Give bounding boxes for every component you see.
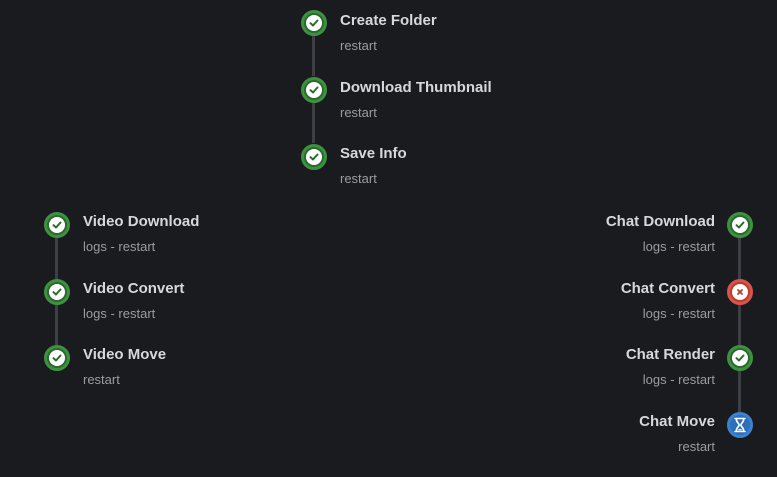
check-circle-icon	[301, 10, 327, 36]
check-circle-icon	[727, 212, 753, 238]
action-separator: -	[106, 306, 119, 321]
workflow-canvas: Create Folder restart Download Thumbnail…	[0, 0, 777, 477]
restart-link[interactable]: restart	[340, 105, 377, 120]
connector-line	[312, 103, 315, 143]
restart-link[interactable]: restart	[678, 439, 715, 454]
connector-line	[55, 238, 58, 279]
step-title: Create Folder	[340, 12, 437, 29]
action-separator: -	[666, 372, 679, 387]
step-actions: restart	[340, 38, 377, 54]
connector-line	[312, 36, 315, 76]
step-actions: restart	[678, 439, 715, 455]
step-title: Video Move	[83, 346, 167, 363]
hourglass-icon	[727, 412, 753, 438]
connector-line	[55, 304, 58, 345]
check-circle-icon	[44, 279, 70, 305]
restart-link[interactable]: restart	[83, 372, 120, 387]
step-title: Chat Convert	[620, 280, 715, 297]
step-title: Video Convert	[83, 280, 185, 297]
step-actions: logs - restart	[643, 306, 715, 322]
restart-link[interactable]: restart	[340, 38, 377, 53]
step-title: Chat Move	[639, 413, 715, 430]
logs-link[interactable]: logs	[643, 239, 667, 254]
restart-link[interactable]: restart	[118, 306, 155, 321]
step-actions: logs - restart	[643, 239, 715, 255]
step-title: Chat Download	[605, 213, 715, 230]
check-circle-icon	[727, 345, 753, 371]
logs-link[interactable]: logs	[643, 306, 667, 321]
action-separator: -	[106, 239, 119, 254]
action-separator: -	[666, 239, 679, 254]
restart-link[interactable]: restart	[678, 239, 715, 254]
step-title: Save Info	[340, 145, 407, 162]
restart-link[interactable]: restart	[678, 306, 715, 321]
step-title: Chat Render	[625, 346, 715, 363]
step-actions: restart	[340, 171, 377, 187]
check-circle-icon	[301, 77, 327, 103]
step-title: Video Download	[83, 213, 200, 230]
step-actions: logs - restart	[83, 239, 155, 255]
restart-link[interactable]: restart	[118, 239, 155, 254]
check-circle-icon	[44, 212, 70, 238]
step-actions: logs - restart	[643, 372, 715, 388]
connector-line	[738, 238, 741, 279]
connector-line	[738, 304, 741, 345]
logs-link[interactable]: logs	[83, 306, 107, 321]
check-circle-icon	[301, 144, 327, 170]
step-actions: logs - restart	[83, 306, 155, 322]
restart-link[interactable]: restart	[678, 372, 715, 387]
connector-line	[738, 371, 741, 412]
x-circle-icon	[727, 279, 753, 305]
logs-link[interactable]: logs	[643, 372, 667, 387]
step-actions: restart	[83, 372, 120, 388]
step-title: Download Thumbnail	[340, 79, 492, 96]
check-circle-icon	[44, 345, 70, 371]
restart-link[interactable]: restart	[340, 171, 377, 186]
step-actions: restart	[340, 105, 377, 121]
action-separator: -	[666, 306, 679, 321]
logs-link[interactable]: logs	[83, 239, 107, 254]
